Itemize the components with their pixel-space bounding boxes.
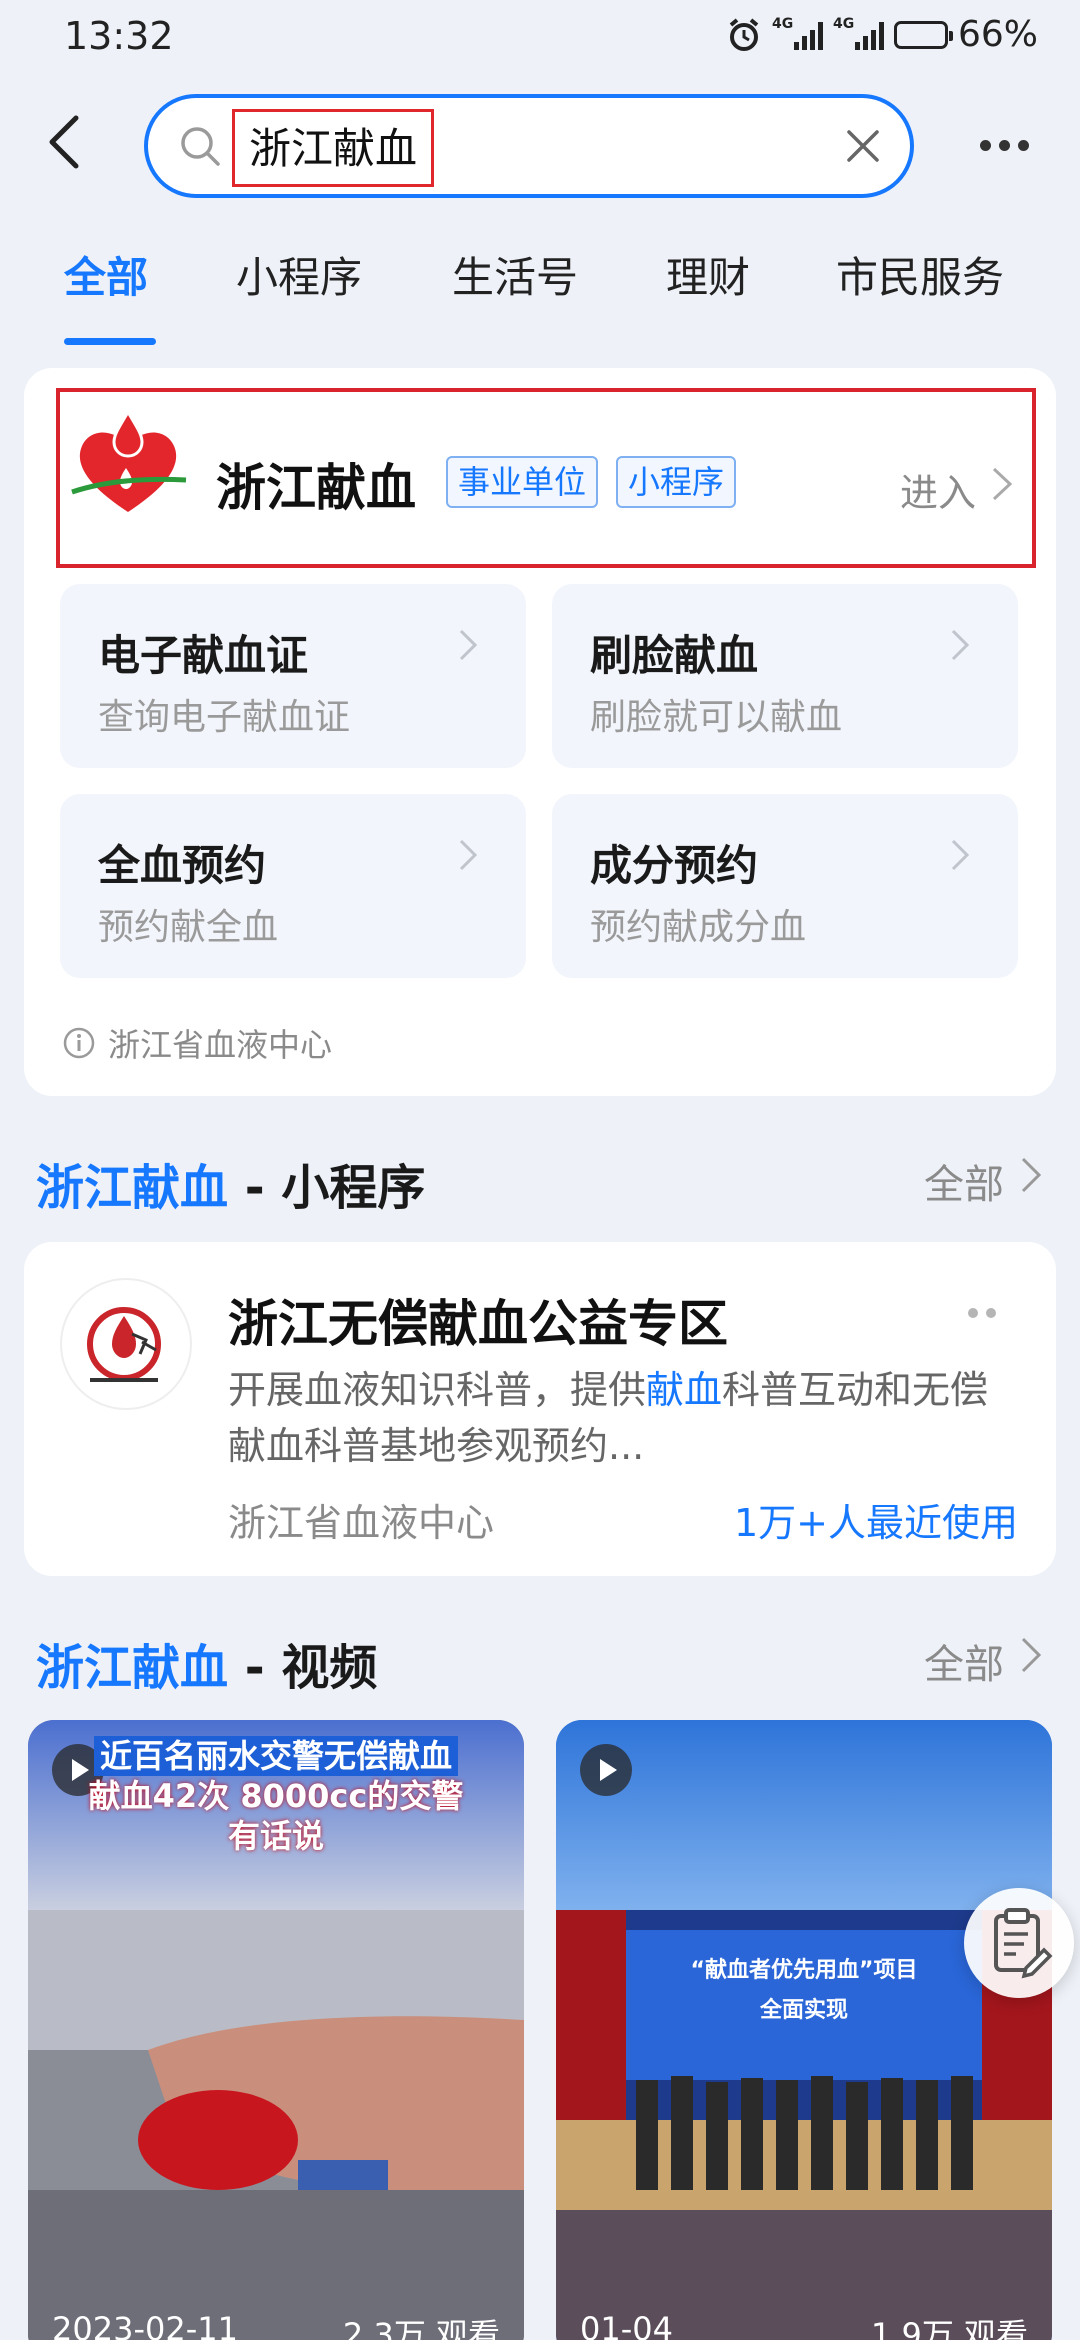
battery-icon <box>893 20 953 49</box>
provider-name: 浙江省血液中心 <box>108 1026 333 1064</box>
signal-icon-2: 4G <box>833 16 884 50</box>
chevron-left-icon <box>49 115 79 169</box>
video-1-caption: 近百名丽水交警无偿献血 献血42次 8000cc的交警 有话说 <box>88 1736 464 1855</box>
videos-all-link[interactable]: 全部 <box>924 1632 1004 1690</box>
enter-link[interactable]: 进入 <box>900 462 976 517</box>
chevron-right-icon <box>992 467 1013 501</box>
chevron-right-icon <box>459 629 478 661</box>
video-date: 01-04 <box>580 2310 673 2340</box>
mini-program-title: 浙江献血 <box>216 459 416 517</box>
close-icon <box>847 130 879 162</box>
mini-programs-all-link[interactable]: 全部 <box>924 1152 1004 1210</box>
clipboard-edit-icon <box>994 1908 1053 1979</box>
back-button[interactable] <box>44 112 104 182</box>
tab-mini-programs[interactable]: 小程序 <box>236 244 362 305</box>
video-date: 2023-02-11 <box>52 2310 238 2340</box>
status-time: 13:32 <box>64 14 174 58</box>
service-title: 全血预约 <box>98 841 267 890</box>
mini-program-more-button[interactable] <box>968 1308 996 1318</box>
clear-button[interactable] <box>838 122 888 172</box>
alarm-icon <box>729 17 759 51</box>
video-card-2[interactable]: “献血者优先用血”项目 全面实现 01-04 1.9万 观看 <box>556 1720 1052 2340</box>
chevron-right-icon <box>459 839 478 871</box>
chevron-right-icon <box>1021 1157 1042 1193</box>
video-thumbnail-2 <box>556 1720 1052 2340</box>
search-query[interactable]: 浙江献血 <box>249 124 417 173</box>
search-query-highlight: 浙江献血 <box>232 109 435 187</box>
section-title-mini-programs: 浙江献血 - 小程序 <box>36 1160 426 1216</box>
video-views: 2.3万 观看 <box>342 2316 500 2340</box>
more-dots-icon <box>980 139 991 151</box>
play-icon <box>580 1744 632 1796</box>
blood-donation-logo-icon <box>71 408 187 512</box>
service-title: 成分预约 <box>590 841 759 890</box>
service-title: 刷脸献血 <box>590 631 759 680</box>
search-icon <box>181 127 220 166</box>
video-2-banner-sub: 全面实现 <box>759 1998 848 2023</box>
mini-program-org: 浙江省血液中心 <box>228 1501 495 1545</box>
tag-mini-program: 小程序 <box>616 456 737 508</box>
service-whole-blood-booking[interactable]: 全血预约 预约献全血 <box>60 794 526 978</box>
status-icons: 4G 4G 66% <box>726 14 1038 55</box>
battery-percent: 66% <box>957 14 1038 55</box>
section-title-videos: 浙江献血 - 视频 <box>36 1640 378 1696</box>
floating-clipboard-button[interactable] <box>964 1888 1074 1998</box>
info-icon <box>63 1027 95 1059</box>
chevron-right-icon <box>951 629 970 661</box>
signal-icon-1: 4G <box>772 16 823 50</box>
service-subtitle: 预约献全血 <box>98 907 279 948</box>
more-dots-icon <box>968 1308 978 1318</box>
tab-finance[interactable]: 理财 <box>666 244 750 305</box>
tab-active-indicator <box>64 338 156 345</box>
tab-life-accounts[interactable]: 生活号 <box>452 244 578 305</box>
mini-program-description: 开展血液知识科普，提供献血科普互动和无偿献血科普基地参观预约... <box>228 1368 989 1468</box>
video-views: 1.9万 观看 <box>870 2316 1028 2340</box>
chevron-right-icon <box>1021 1637 1042 1673</box>
mini-program-item-title: 浙江无偿献血公益专区 <box>228 1295 728 1353</box>
video-2-banner: “献血者优先用血”项目 <box>690 1958 918 1983</box>
mini-program-logo <box>60 1278 192 1410</box>
service-subtitle: 查询电子献血证 <box>98 697 351 738</box>
status-bar: 13:32 4G 4G 66% <box>0 0 1080 80</box>
service-e-certificate[interactable]: 电子献血证 查询电子献血证 <box>60 584 526 768</box>
chevron-right-icon <box>951 839 970 871</box>
tag-public-institution: 事业单位 <box>446 456 599 508</box>
service-subtitle: 刷脸就可以献血 <box>590 697 843 738</box>
provider-info: 浙江省血液中心 <box>62 1020 332 1066</box>
blood-drop-logo-icon <box>87 1307 161 1382</box>
category-tabs: 全部 小程序 生活号 理财 市民服务 <box>0 244 1080 354</box>
service-face-donation[interactable]: 刷脸献血 刷脸就可以献血 <box>552 584 1018 768</box>
more-options-button[interactable] <box>980 130 1034 160</box>
mini-program-usage: 1万+人最近使用 <box>733 1501 1018 1545</box>
tab-citizen-services[interactable]: 市民服务 <box>836 244 1004 305</box>
tab-all[interactable]: 全部 <box>64 244 148 305</box>
service-component-booking[interactable]: 成分预约 预约献成分血 <box>552 794 1018 978</box>
service-subtitle: 预约献成分血 <box>590 907 807 948</box>
service-title: 电子献血证 <box>98 631 309 680</box>
